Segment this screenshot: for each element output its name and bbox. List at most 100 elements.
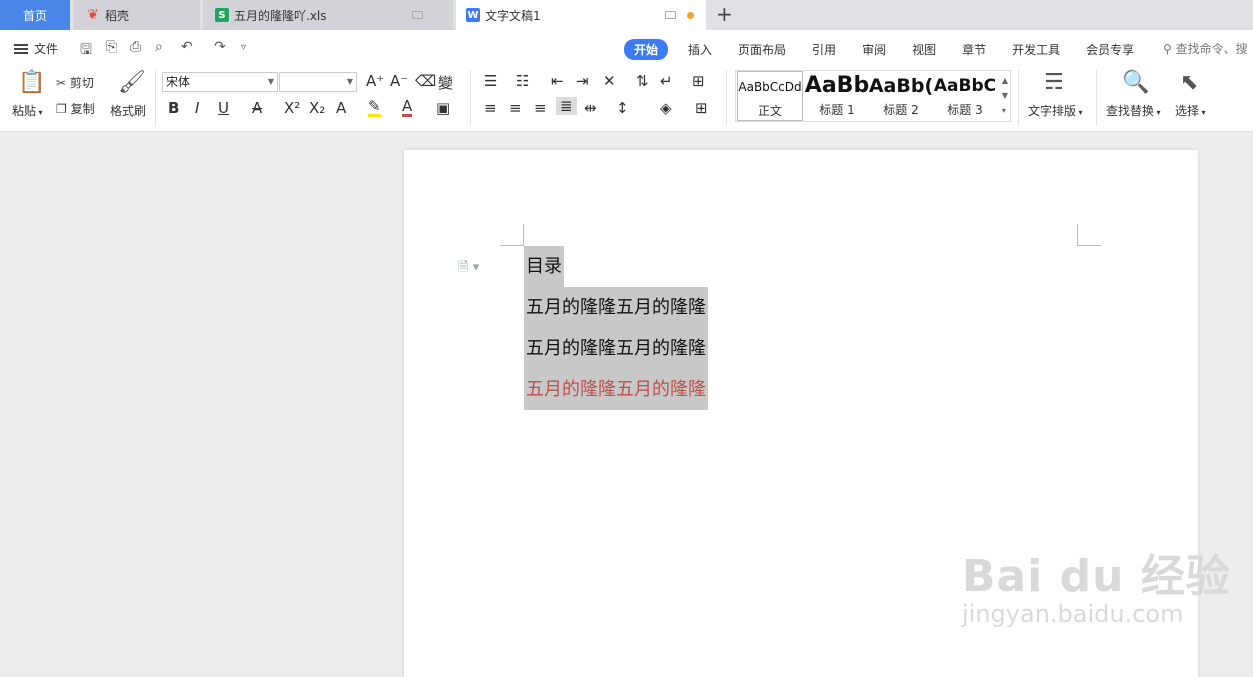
selected-text: 目录 [524, 246, 564, 287]
tab-spreadsheet[interactable]: S 五月的隆隆吖.xls [203, 0, 453, 30]
daoke-icon: ❦ [87, 7, 99, 23]
font-color-icon[interactable]: A [402, 99, 413, 117]
copy-label: 复制 [70, 102, 95, 116]
ribbon-tab-chapter[interactable]: 章节 [962, 41, 986, 58]
superscript-icon[interactable]: X² [284, 99, 300, 117]
decrease-font-icon[interactable]: A⁻ [390, 72, 408, 90]
tab-home-label: 首页 [22, 8, 47, 23]
phonetic-guide-icon[interactable]: 變 [438, 72, 453, 93]
style-heading-2[interactable]: AaBb( 标题 2 [868, 71, 934, 121]
text-effect-icon[interactable]: A [336, 99, 346, 117]
font-size-select[interactable]: ▼ [279, 72, 357, 92]
ribbon-tab-developer[interactable]: 开发工具 [1012, 41, 1060, 58]
margin-corner-top-left [500, 224, 524, 246]
format-painter-button[interactable]: 格式刷 [110, 102, 146, 119]
style-preview: AaBbC [933, 76, 997, 96]
show-marks-icon[interactable]: ↵ [660, 72, 673, 90]
text-layout-icon[interactable]: ☴ [1044, 70, 1064, 95]
file-menu-label: 文件 [34, 42, 59, 56]
toc-heading-line[interactable]: 目录 [524, 246, 564, 287]
command-search[interactable]: ⚲ 查找命令、搜 [1163, 40, 1248, 57]
ribbon-tab-insert[interactable]: 插入 [688, 41, 712, 58]
customize-toolbar-icon[interactable]: ▿ [241, 42, 246, 53]
paste-icon[interactable]: 📋 [18, 70, 45, 95]
sort-icon[interactable]: ⇅ [636, 72, 649, 90]
ribbon-tab-review[interactable]: 审阅 [862, 41, 886, 58]
print-icon[interactable]: ⎙ [130, 39, 141, 55]
style-scroll-arrows[interactable]: ▲ ▼ ▾ [1002, 73, 1008, 118]
ribbon-tab-home[interactable]: 开始 [624, 39, 669, 60]
paste-button[interactable]: 粘贴 ▾ [12, 102, 43, 119]
text-line-red[interactable]: 五月的隆隆五月的隆隆 [524, 369, 708, 410]
baidu-watermark: Bai du 经验 jingyan.baidu.com [962, 540, 1231, 628]
monitor-icon[interactable] [665, 11, 676, 19]
style-normal[interactable]: AaBbCcDd 正文 [737, 71, 803, 121]
file-menu-button[interactable]: 文件 [14, 40, 58, 57]
ribbon-toolbar: 📋 粘贴 ▾ ✂ 剪切 ❐ 复制 🖌 格式刷 宋体 ▼ ▼ A⁺ A⁻ ⌫ 變 B… [0, 66, 1253, 132]
ribbon-tab-references[interactable]: 引用 [812, 41, 836, 58]
text-layout-button[interactable]: 文字排版 ▾ [1028, 102, 1083, 119]
style-preview: AaBb [804, 73, 870, 98]
style-label: 标题 3 [947, 103, 983, 117]
selected-text: 五月的隆隆五月的隆隆 [524, 287, 708, 328]
redo-icon[interactable]: ↷ [214, 39, 226, 55]
print-preview-icon[interactable]: ⌕ [155, 39, 163, 55]
decrease-indent-icon[interactable]: ⇤ [551, 72, 564, 90]
justify-icon[interactable]: ≣ [556, 97, 577, 115]
clear-format-icon[interactable]: ⌫ [415, 72, 436, 90]
selected-text: 五月的隆隆五月的隆隆 [524, 328, 708, 369]
align-center-icon[interactable]: ≡ [509, 99, 522, 117]
ribbon-tab-view[interactable]: 视图 [912, 41, 936, 58]
tab-daoke[interactable]: ❦ 稻壳 [74, 0, 200, 30]
paragraph-options-icon[interactable]: 🗎 ▾ [458, 258, 479, 280]
cut-button[interactable]: ✂ 剪切 [56, 74, 94, 91]
align-left-icon[interactable]: ≡ [484, 99, 497, 117]
borders-icon[interactable]: ⊞ [695, 99, 708, 117]
subscript-icon[interactable]: X₂ [309, 99, 325, 117]
ribbon-tab-list: 开始 插入 页面布局 引用 审阅 视图 章节 开发工具 会员专享 [624, 39, 1160, 60]
ribbon-tab-page-layout[interactable]: 页面布局 [738, 41, 786, 58]
bullet-list-icon[interactable]: ☰ [484, 72, 497, 90]
text-line[interactable]: 五月的隆隆五月的隆隆 [524, 287, 708, 328]
distribute-icon[interactable]: ⇹ [584, 99, 597, 117]
copy-button[interactable]: ❐ 复制 [56, 100, 95, 117]
text-line[interactable]: 五月的隆隆五月的隆隆 [524, 328, 708, 369]
tab-ruler-icon[interactable]: ⊞ [692, 72, 705, 90]
cursor-icon[interactable]: ⬉ [1180, 70, 1198, 95]
output-icon[interactable]: ⎘ [106, 39, 117, 55]
char-border-icon[interactable]: ▣ [436, 99, 450, 117]
save-icon[interactable]: 🖫 [80, 39, 92, 63]
italic-icon[interactable]: I [195, 99, 199, 117]
new-tab-button[interactable]: + [716, 3, 733, 25]
hamburger-icon [14, 43, 28, 54]
find-replace-label: 查找替换 [1106, 104, 1155, 118]
select-button[interactable]: 选择 ▾ [1175, 102, 1206, 119]
increase-font-icon[interactable]: A⁺ [366, 72, 384, 90]
find-replace-button[interactable]: 查找替换 ▾ [1106, 102, 1161, 119]
bold-icon[interactable]: B [168, 99, 179, 117]
scissors-icon: ✂ [56, 76, 67, 90]
menu-row: 文件 🖫 ⎘ ⎙ ⌕ ↶ ↷ ▿ 开始 插入 页面布局 引用 审阅 视图 章节 … [0, 30, 1253, 66]
style-preview: AaBbCcDd [738, 80, 802, 94]
line-spacing-icon[interactable]: ↕ [616, 99, 629, 117]
monitor-icon[interactable] [412, 11, 423, 19]
chinese-layout-icon[interactable]: ✕ [603, 72, 616, 90]
shading-icon[interactable]: ◈ [660, 99, 672, 117]
underline-icon[interactable]: U [218, 99, 229, 117]
highlight-icon[interactable]: ✎ [368, 99, 381, 117]
style-heading-3[interactable]: AaBbC 标题 3 [932, 71, 998, 121]
increase-indent-icon[interactable]: ⇥ [576, 72, 589, 90]
font-name-select[interactable]: 宋体 ▼ [162, 72, 278, 92]
ribbon-tab-member[interactable]: 会员专享 [1086, 41, 1134, 58]
tab-document[interactable]: W 文字文稿1 [456, 0, 706, 30]
style-heading-1[interactable]: AaBb 标题 1 [804, 71, 870, 121]
numbered-list-icon[interactable]: ☷ [516, 72, 529, 90]
selected-text: 五月的隆隆五月的隆隆 [524, 369, 708, 410]
align-right-icon[interactable]: ≡ [534, 99, 547, 117]
tab-daoke-label: 稻壳 [105, 8, 130, 23]
tab-home[interactable]: 首页 [0, 0, 70, 30]
format-painter-icon[interactable]: 🖌 [118, 70, 146, 95]
strikethrough-icon[interactable]: A [252, 99, 262, 117]
magnifier-icon[interactable]: 🔍 [1122, 70, 1149, 95]
undo-icon[interactable]: ↶ [181, 39, 193, 55]
